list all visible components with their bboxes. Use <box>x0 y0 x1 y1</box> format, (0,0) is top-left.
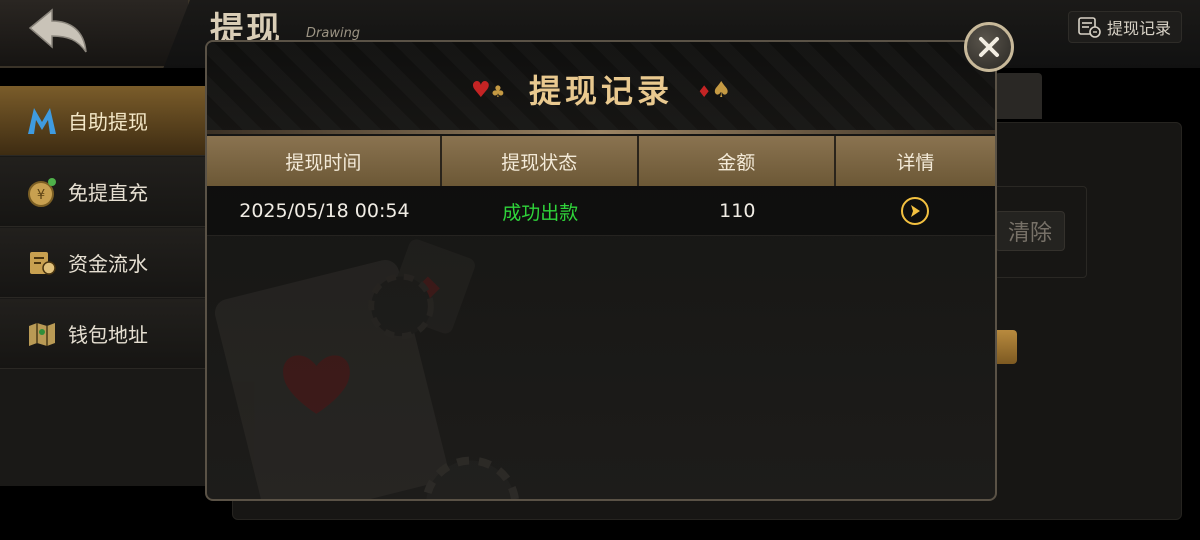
sidebar-item-wallet-address[interactable]: 钱包地址 <box>0 299 210 369</box>
header-divider <box>207 130 995 134</box>
table-header: 提现时间 提现状态 金额 详情 <box>207 136 995 186</box>
cards-chips-decoration <box>214 239 519 499</box>
page-subtitle: Drawing <box>306 26 361 41</box>
clear-button[interactable]: 清除 <box>995 211 1065 251</box>
ledger-icon <box>26 247 58 279</box>
records-button[interactable]: 提现记录 <box>1068 11 1182 43</box>
cell-status: 成功出款 <box>502 201 579 224</box>
back-button[interactable] <box>0 0 190 68</box>
back-arrow-icon <box>28 8 87 53</box>
sidebar: 自助提现 ¥ 免提直充 资金流水 钱包地址 <box>0 86 210 486</box>
records-icon <box>1078 17 1101 38</box>
cell-amount: 110 <box>719 200 756 222</box>
column-header-time: 提现时间 <box>207 136 442 186</box>
close-icon <box>979 37 999 57</box>
arrow-right-circle-icon[interactable] <box>901 197 930 225</box>
cell-time: 2025/05/18 00:54 <box>239 200 410 222</box>
sidebar-item-direct-recharge[interactable]: ¥ 免提直充 <box>0 157 210 227</box>
svg-text:¥: ¥ <box>37 188 45 203</box>
sidebar-item-label: 免提直充 <box>68 181 148 205</box>
coin-icon: ¥ <box>26 176 58 208</box>
withdraw-records-modal: ♥♣ 提现记录 ♦♠ 提现时间 提现状态 金额 详情 2025/05/18 00… <box>205 40 997 501</box>
table-row: 2025/05/18 00:54 成功出款 110 <box>207 186 995 236</box>
sidebar-item-fund-flow[interactable]: 资金流水 <box>0 228 210 298</box>
map-icon <box>26 318 58 350</box>
close-button[interactable] <box>964 22 1014 72</box>
background-tab <box>995 73 1042 119</box>
modal-header: ♥♣ 提现记录 ♦♠ <box>207 42 995 134</box>
column-header-amount: 金额 <box>638 136 836 186</box>
modal-title: 提现记录 <box>528 72 673 110</box>
records-button-label: 提现记录 <box>1107 19 1172 38</box>
column-header-status: 提现状态 <box>441 136 639 186</box>
background-gold-button <box>997 330 1017 364</box>
suits-right-decoration: ♦♠ <box>697 78 732 103</box>
sidebar-item-label: 自助提现 <box>68 110 148 134</box>
sidebar-item-self-withdraw[interactable]: 自助提现 <box>0 86 210 156</box>
sidebar-item-label: 钱包地址 <box>68 323 148 347</box>
column-header-detail: 详情 <box>835 136 995 186</box>
m-logo-icon <box>26 105 58 137</box>
sidebar-item-label: 资金流水 <box>68 252 148 276</box>
cell-detail <box>836 186 995 236</box>
